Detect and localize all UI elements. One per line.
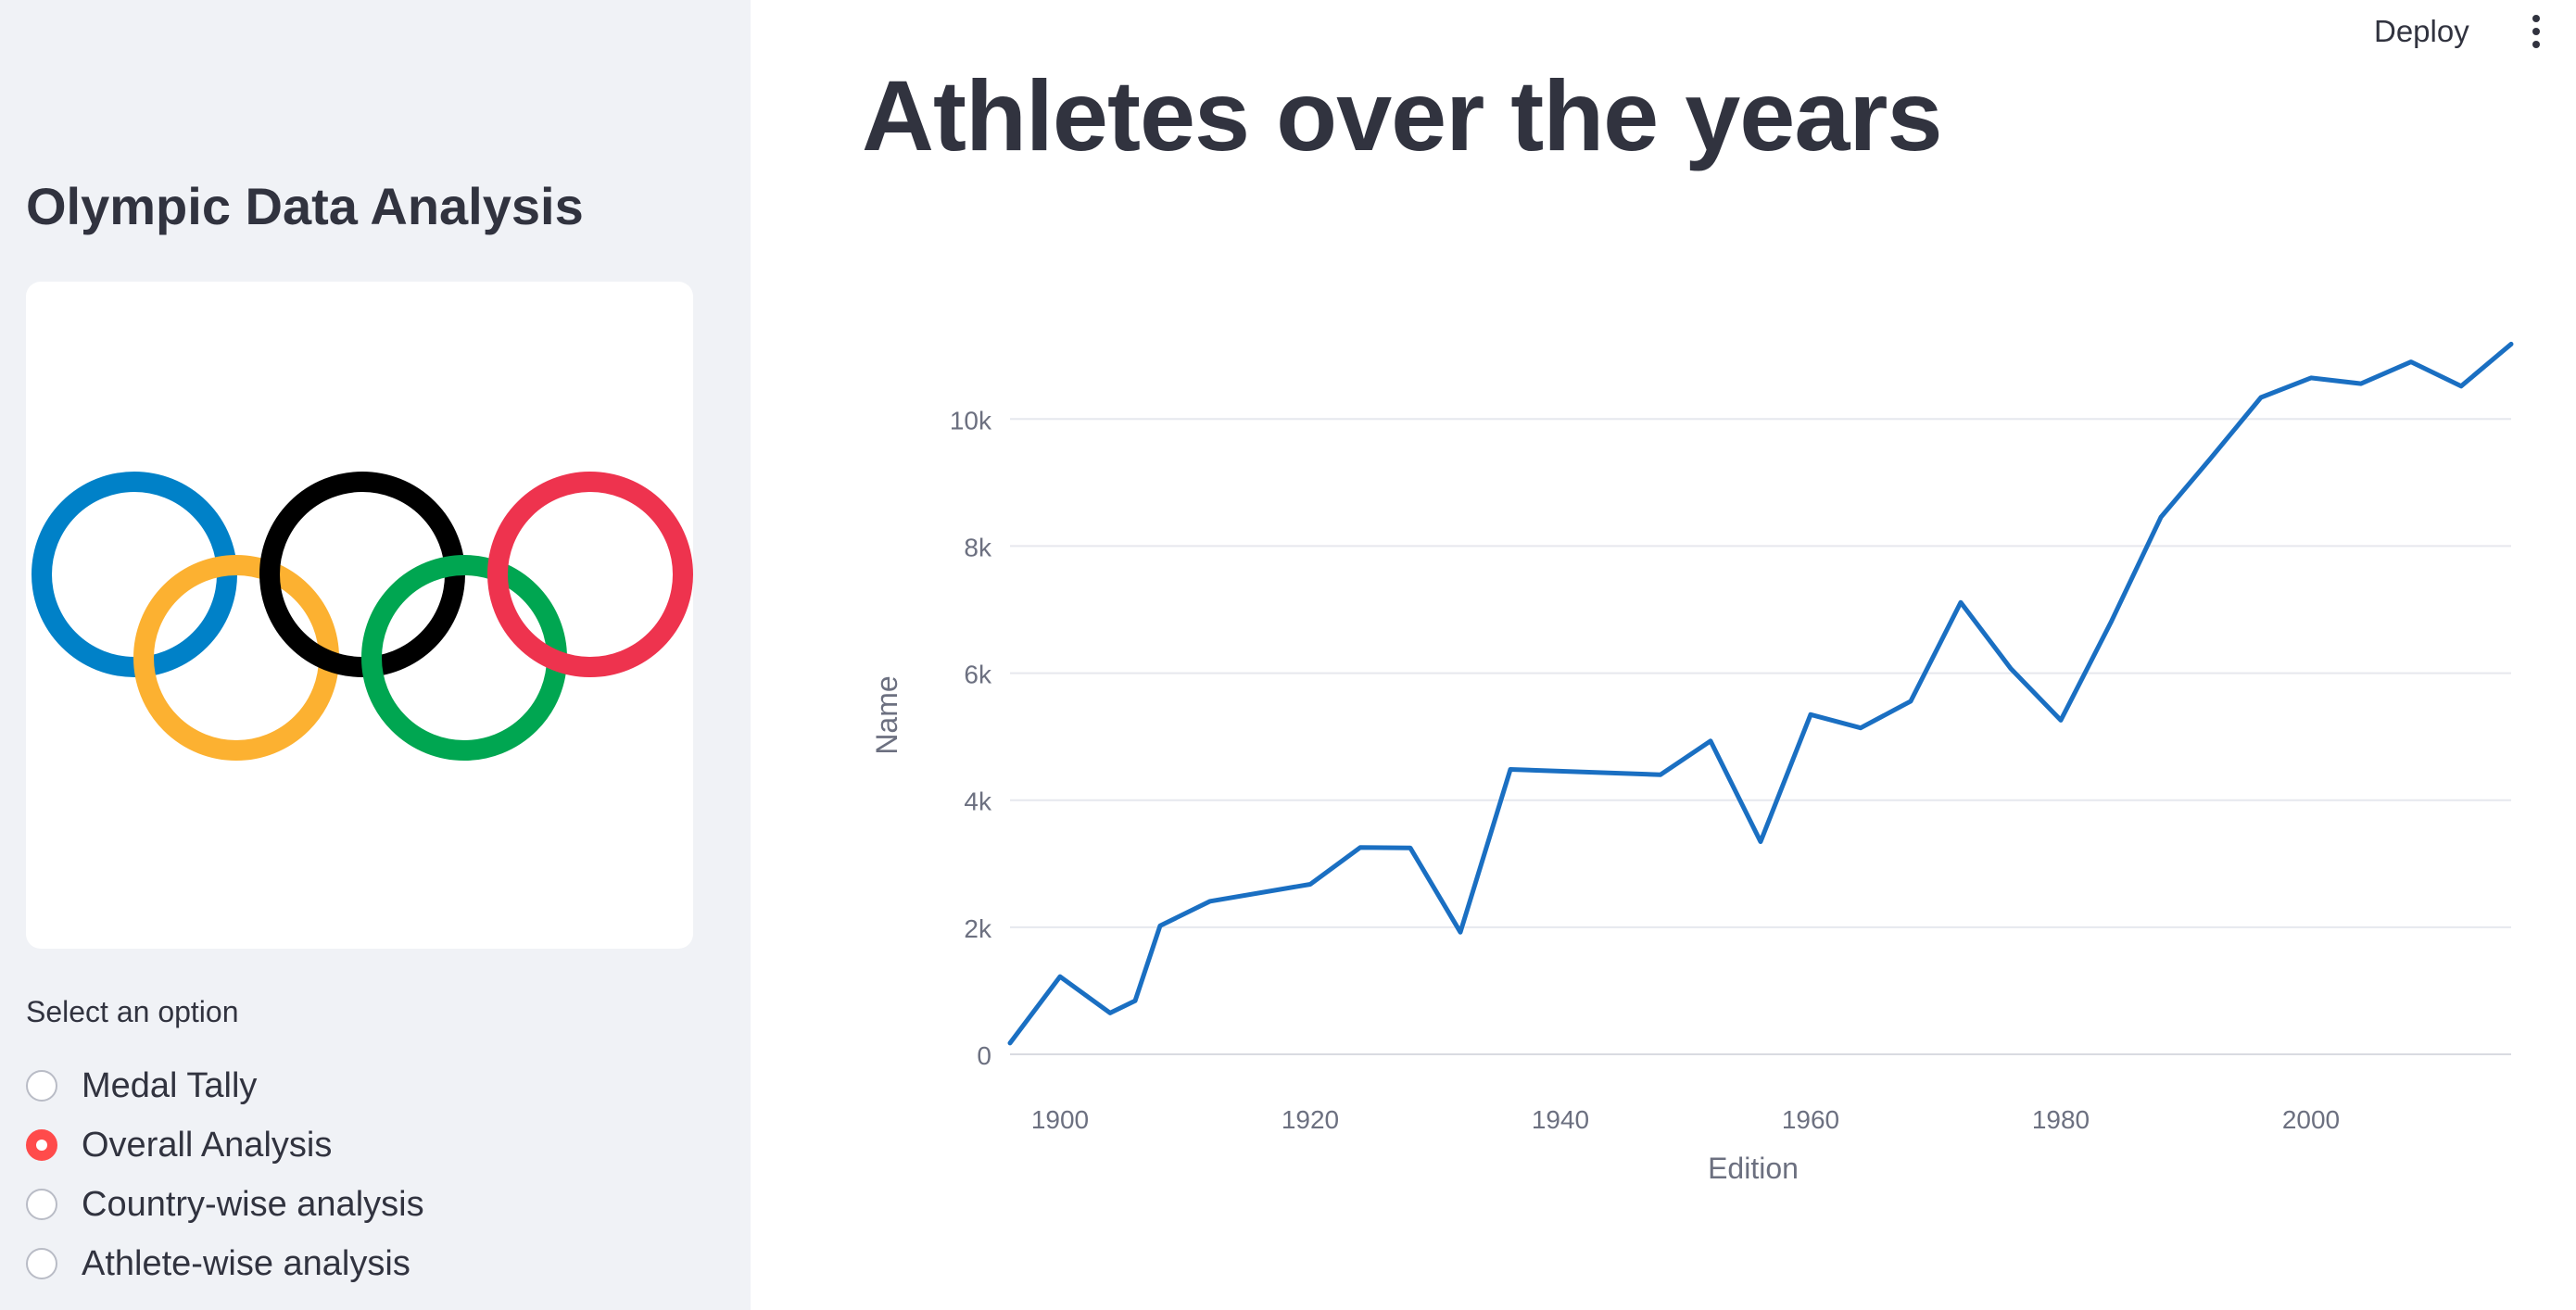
data-point[interactable] [2458,384,2464,389]
data-point[interactable] [1132,998,1138,1003]
y-axis-label: Name [870,675,903,754]
data-point[interactable] [1458,929,1463,935]
data-point[interactable] [1808,712,1813,717]
data-point[interactable] [2008,666,2014,672]
data-point[interactable] [2258,395,2264,400]
data-point[interactable] [1658,772,1663,777]
data-point[interactable] [1007,1040,1013,1046]
data-point[interactable] [2158,514,2164,520]
data-point[interactable] [2208,455,2214,460]
data-point[interactable] [1157,923,1163,928]
chart-gridlines [1010,418,2511,1055]
data-point[interactable] [2108,620,2114,625]
y-tick-label: 10k [950,406,992,435]
data-point[interactable] [1958,599,1964,605]
athletes-series-line[interactable] [1007,341,2514,1046]
y-tick-label: 4k [964,787,992,816]
y-tick-label: 8k [964,533,992,561]
data-point[interactable] [1858,725,1863,731]
data-point[interactable] [1207,899,1213,904]
x-tick-label: 2000 [2282,1105,2340,1134]
y-tick-label: 2k [964,914,992,943]
data-point[interactable] [2308,375,2314,381]
chart-series [1007,341,2514,1046]
data-point[interactable] [2358,381,2364,386]
data-point[interactable] [1057,974,1063,979]
data-point[interactable] [1908,699,1913,704]
x-tick-label: 1960 [1782,1105,1839,1134]
data-point[interactable] [1357,845,1363,850]
data-point[interactable] [1708,738,1713,744]
x-axis-ticks: 1900 1920 1940 1960 1980 2000 [1031,1105,2340,1134]
athletes-line-chart[interactable]: 0 2k 4k 6k 8k 10k 1900 1920 1940 1960 1980 2000 Na… [0,0,2576,1310]
app-window: Olympic Data Analysis Select an option M… [0,0,2576,1310]
data-point[interactable] [2508,341,2514,346]
data-point[interactable] [1107,1010,1113,1015]
data-point[interactable] [1307,882,1313,888]
x-tick-label: 1900 [1031,1105,1089,1134]
y-tick-label: 6k [964,661,992,689]
data-point[interactable] [1508,767,1513,773]
x-tick-label: 1920 [1282,1105,1339,1134]
x-tick-label: 1940 [1532,1105,1589,1134]
y-tick-label: 0 [977,1041,991,1070]
x-axis-label: Edition [1708,1152,1799,1185]
data-point[interactable] [1408,845,1413,850]
data-point[interactable] [1758,838,1763,844]
x-tick-label: 1980 [2032,1105,2090,1134]
y-axis-ticks: 0 2k 4k 6k 8k 10k [950,406,992,1070]
data-point[interactable] [2058,717,2064,723]
data-point[interactable] [2408,359,2414,365]
